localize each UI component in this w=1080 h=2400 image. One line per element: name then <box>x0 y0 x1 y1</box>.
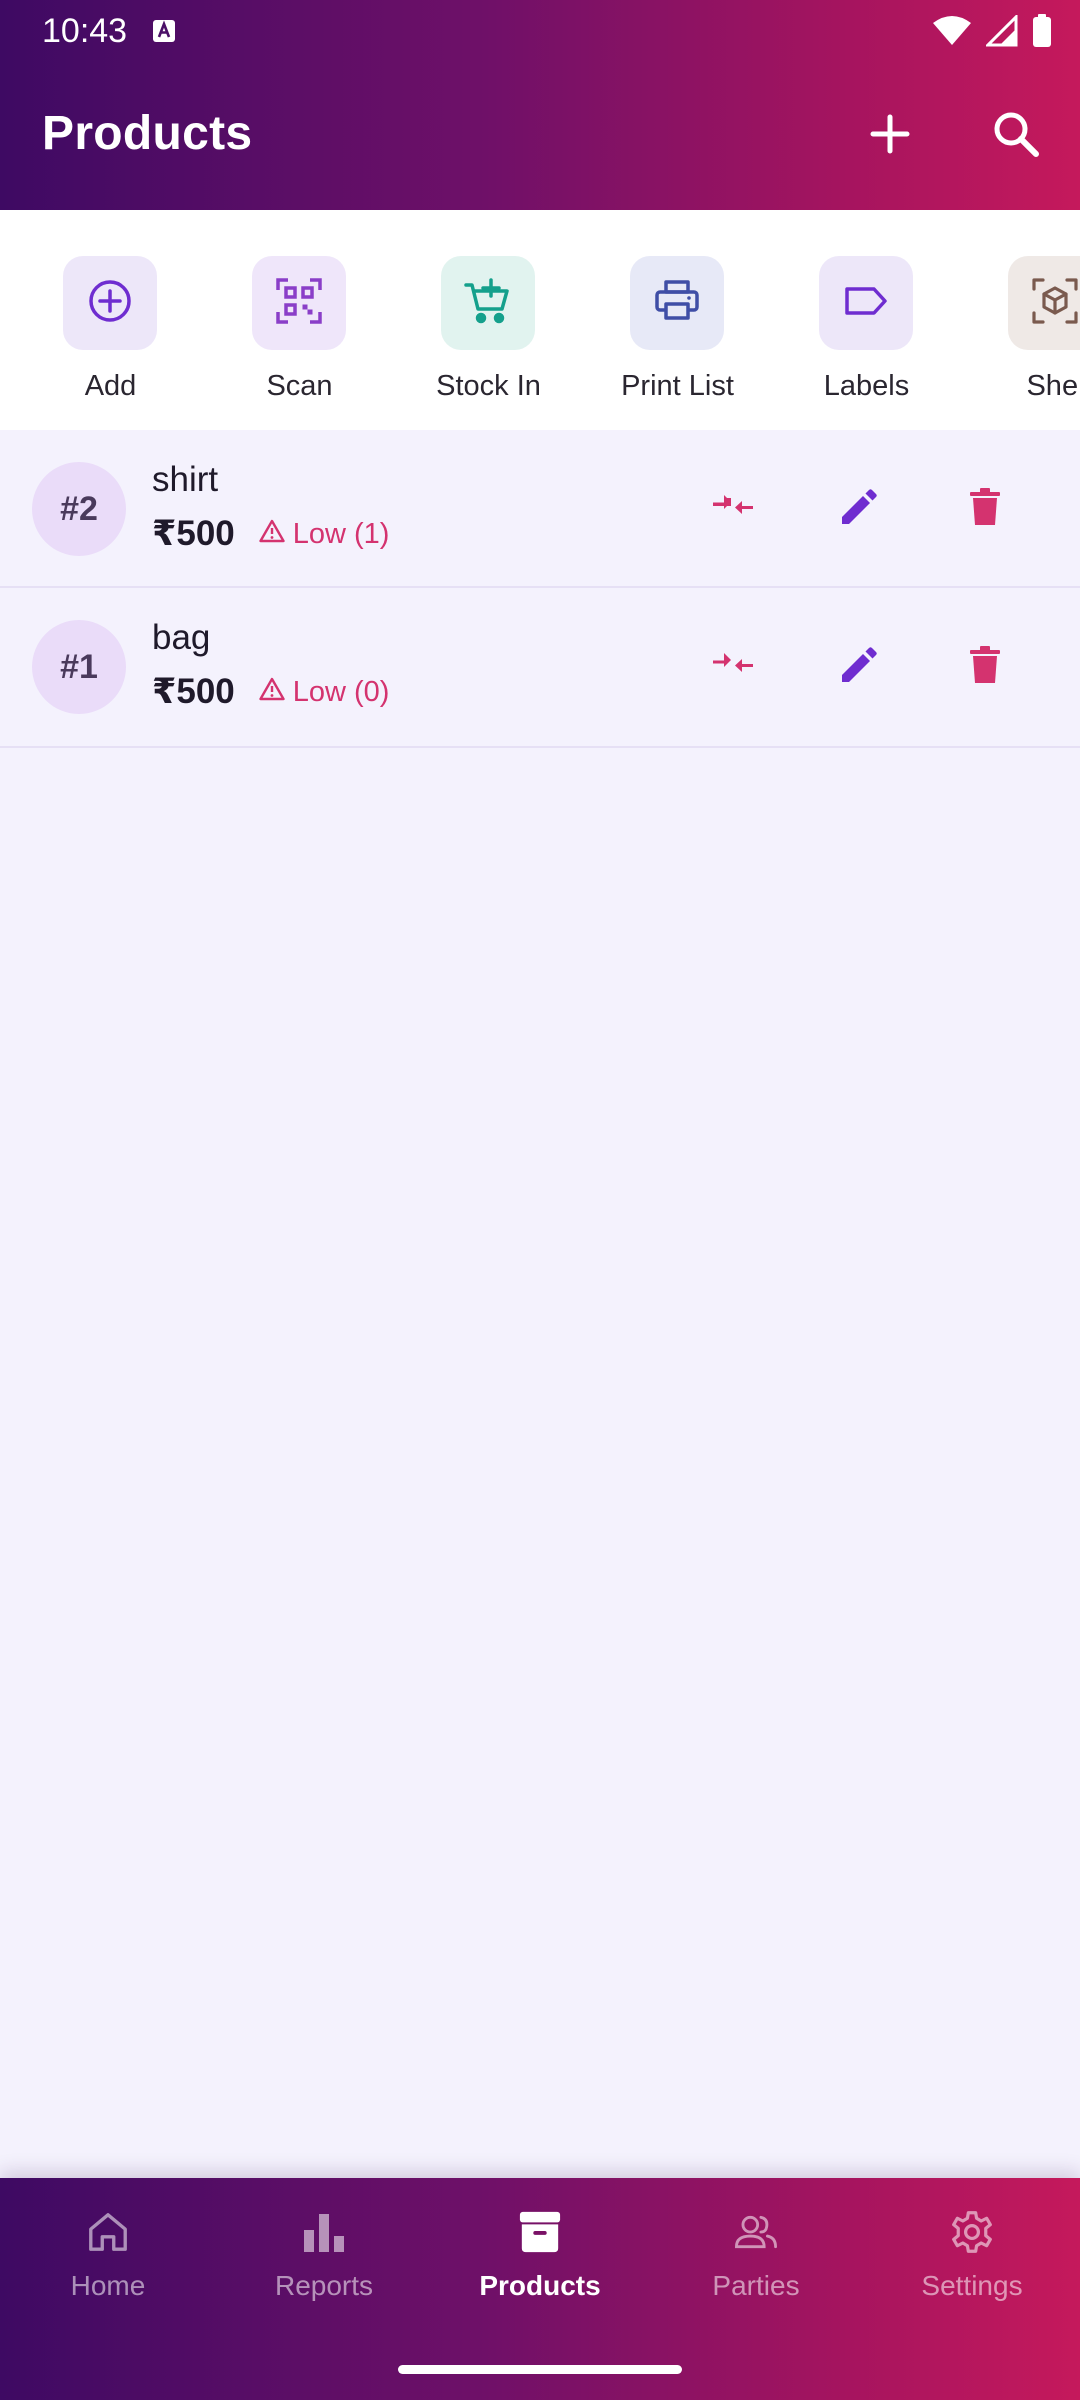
stock-status-text: Low (1) <box>292 518 390 550</box>
product-number-avatar: #1 <box>32 620 126 714</box>
product-name: bag <box>152 618 211 657</box>
wifi-icon <box>932 15 972 52</box>
app-header: 10:43 Products <box>0 0 1080 210</box>
product-name: shirt <box>152 460 219 499</box>
edit-icon <box>839 645 879 690</box>
nav-item-parties[interactable]: Parties <box>648 2206 864 2326</box>
product-row[interactable]: #1 bag ₹500 Low (0) <box>0 588 1080 748</box>
product-price: ₹500 <box>152 672 235 711</box>
shelf-box-icon <box>1031 277 1079 330</box>
product-price: ₹500 <box>152 514 235 553</box>
quick-action-print-list[interactable]: Print List <box>583 246 772 402</box>
stock-status-badge: Low (0) <box>259 670 390 714</box>
delete-icon <box>969 645 1001 689</box>
edit-button[interactable] <box>824 632 894 702</box>
adjust-stock-icon <box>711 492 755 527</box>
search-icon <box>991 109 1041 164</box>
add-product-button[interactable] <box>856 102 924 170</box>
status-time: 10:43 <box>42 12 128 50</box>
printer-icon <box>654 278 700 329</box>
quick-action-stock-in[interactable]: Stock In <box>394 246 583 402</box>
stock-status-text: Low (0) <box>292 676 390 708</box>
battery-icon <box>1032 14 1052 53</box>
product-meta: ₹500 Low (1) <box>152 512 389 556</box>
nav-label: Parties <box>712 2270 800 2301</box>
bar-chart-icon <box>302 2206 346 2258</box>
quick-action-print-list-tile <box>630 256 724 350</box>
adjust-stock-button[interactable] <box>698 632 768 702</box>
nav-item-home[interactable]: Home <box>0 2206 216 2326</box>
stock-status-badge: Low (1) <box>259 512 390 556</box>
product-number-avatar: #2 <box>32 462 126 556</box>
delete-button[interactable] <box>950 632 1020 702</box>
quick-action-labels[interactable]: Labels <box>772 246 961 402</box>
signal-icon <box>984 13 1018 52</box>
product-meta: ₹500 Low (0) <box>152 670 389 714</box>
qr-scan-icon <box>275 277 323 330</box>
nav-label: Home <box>70 2270 146 2301</box>
quick-action-add[interactable]: Add <box>16 246 205 402</box>
bottom-navigation: Home Reports Products Parties Settings <box>0 2178 1080 2400</box>
nav-label: Products <box>479 2270 601 2301</box>
quick-action-label: Shel <box>1026 370 1080 402</box>
nav-item-reports[interactable]: Reports <box>216 2206 432 2326</box>
archive-box-icon <box>518 2206 562 2258</box>
page-title: Products <box>42 107 253 160</box>
gear-icon <box>950 2206 994 2258</box>
quick-actions-bar: Add Scan Stock In Print List Labels Shel <box>0 210 1080 430</box>
quick-action-scan-tile <box>252 256 346 350</box>
add-circle-icon <box>87 278 133 329</box>
quick-action-shelf[interactable]: Shel <box>961 246 1080 402</box>
nav-label: Settings <box>921 2270 1023 2301</box>
warning-icon <box>259 512 293 556</box>
warning-icon <box>259 670 293 714</box>
adjust-stock-icon <box>711 650 755 685</box>
search-button[interactable] <box>982 102 1050 170</box>
delete-button[interactable] <box>950 474 1020 544</box>
quick-action-labels-tile <box>819 256 913 350</box>
add-icon <box>869 113 911 160</box>
delete-icon <box>969 487 1001 531</box>
product-list: #2 shirt ₹500 Low (1) #1 bag ₹500 Low (0… <box>0 430 1080 748</box>
adjust-stock-button[interactable] <box>698 474 768 544</box>
people-icon <box>734 2206 778 2258</box>
nav-label: Reports <box>274 2270 374 2301</box>
status-bar: 10:43 <box>0 0 1080 62</box>
quick-action-stock-in-tile <box>441 256 535 350</box>
a-notification-icon <box>152 19 176 43</box>
quick-action-shelf-tile <box>1008 256 1080 350</box>
label-tag-icon <box>843 278 889 329</box>
home-icon <box>86 2206 130 2258</box>
nav-item-settings[interactable]: Settings <box>864 2206 1080 2326</box>
cart-add-icon <box>464 277 512 330</box>
edit-button[interactable] <box>824 474 894 544</box>
status-icons <box>932 13 1052 53</box>
quick-action-add-tile <box>63 256 157 350</box>
edit-icon <box>839 487 879 532</box>
quick-action-scan[interactable]: Scan <box>205 246 394 402</box>
nav-item-products[interactable]: Products <box>432 2206 648 2326</box>
home-indicator[interactable] <box>398 2365 682 2374</box>
product-row[interactable]: #2 shirt ₹500 Low (1) <box>0 430 1080 588</box>
